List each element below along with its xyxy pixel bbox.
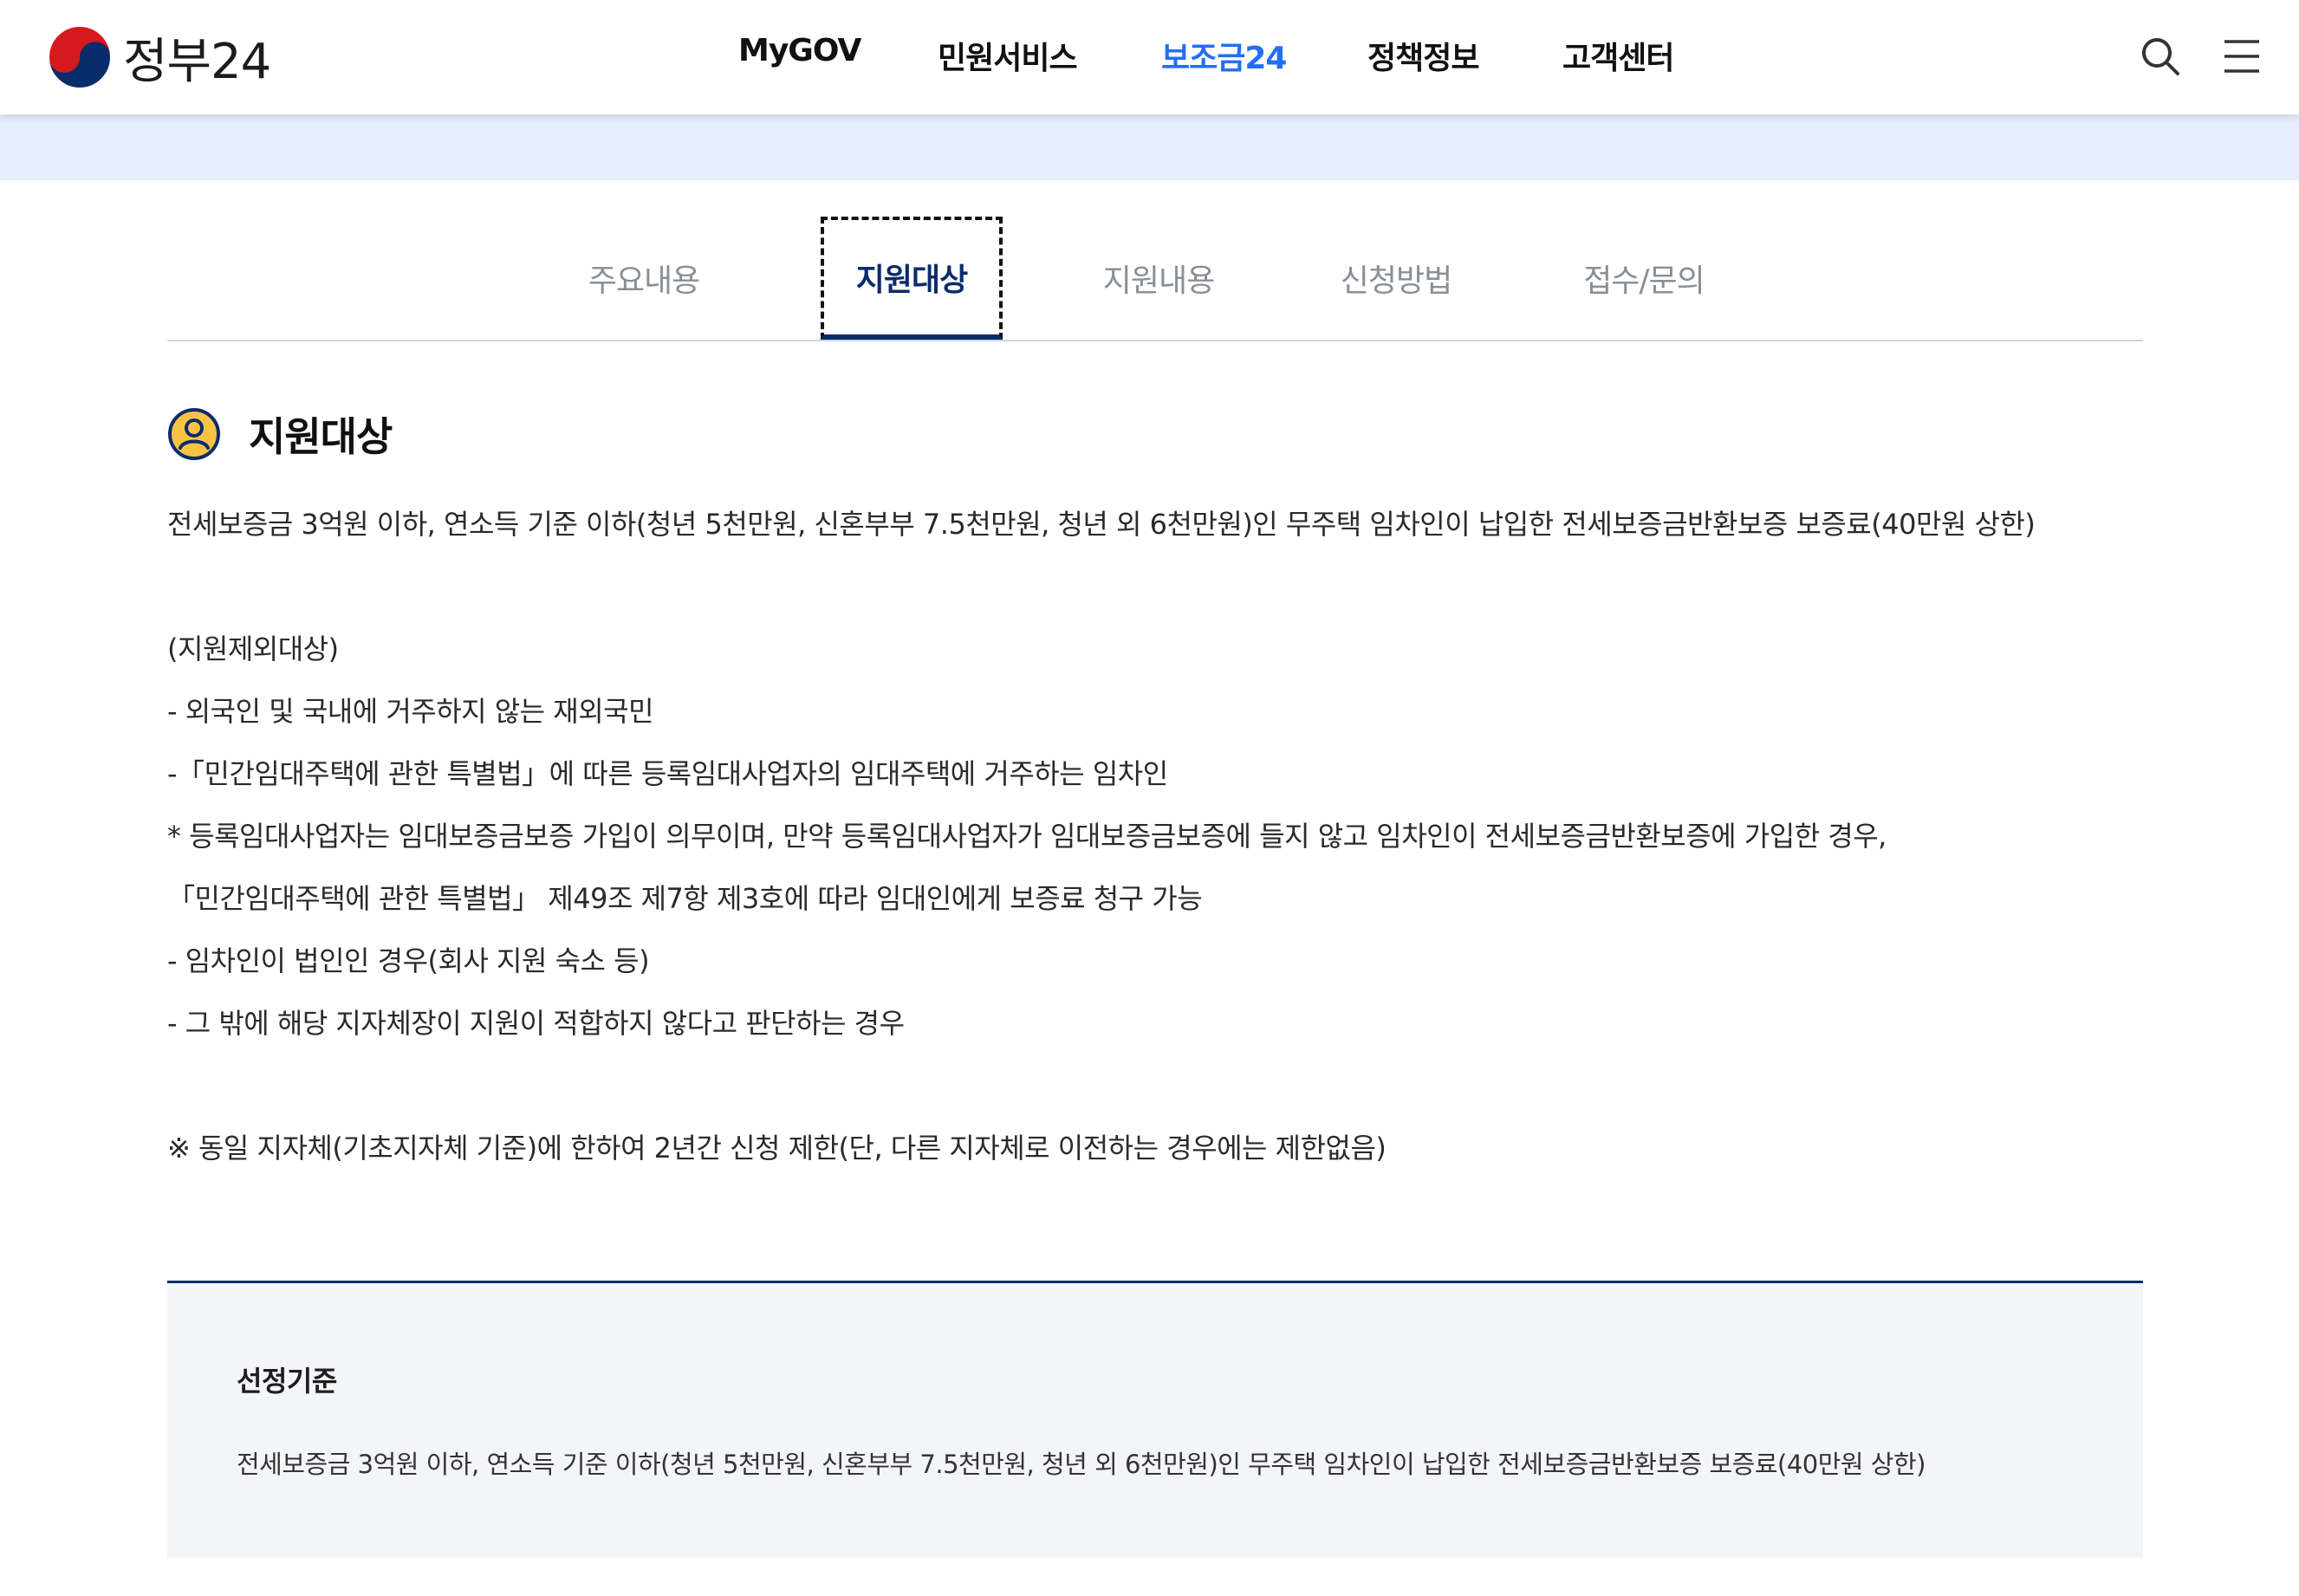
criteria-text: 전세보증금 3억원 이하, 연소득 기준 이하(청년 5천만원, 신혼부부 7.…	[237, 1450, 1926, 1479]
tab-support-content[interactable]: 지원내용	[1081, 217, 1237, 340]
exclusion-heading: (지원제외대상)	[167, 633, 339, 665]
site-header: 정부24 MyGOV 민원서비스 보조금24 정책정보 고객센터	[0, 0, 2299, 114]
search-icon[interactable]	[2139, 35, 2182, 78]
content-tabs: 주요내용 지원대상 지원내용 신청방법 접수/문의	[167, 217, 2143, 341]
tab-reception-inquiry[interactable]: 접수/문의	[1557, 217, 1731, 340]
nav-item-subsidy24[interactable]: 보조금24	[1161, 33, 1287, 78]
exclusion-item: -「민간임대주택에 관한 특별법」에 따른 등록임대사업자의 임대주택에 거주하…	[167, 757, 1168, 790]
hamburger-menu-icon[interactable]	[2220, 35, 2263, 78]
nav-item-policy-info[interactable]: 정책정보	[1367, 33, 1479, 78]
nav-item-civil-services[interactable]: 민원서비스	[938, 33, 1078, 78]
exclusion-item: - 임차인이 법인인 경우(회사 지원 숙소 등)	[167, 944, 650, 977]
eligibility-summary: 전세보증금 3억원 이하, 연소득 기준 이하(청년 5천만원, 신혼부부 7.…	[167, 508, 2036, 541]
nav-item-mygov[interactable]: MyGOV	[738, 33, 861, 68]
criteria-title: 선정기준	[237, 1365, 337, 1398]
page-banner	[0, 114, 2299, 180]
exclusion-note: * 등록임대사업자는 임대보증금보증 가입이 의무이며, 만약 등록임대사업자가…	[167, 820, 1887, 853]
exclusion-item: - 그 밖에 해당 지자체장이 지원이 적합하지 않다고 판단하는 경우	[167, 1007, 905, 1040]
tab-main-content[interactable]: 주요내용	[566, 217, 722, 340]
section-heading: 지원대상	[167, 404, 393, 464]
tab-eligibility[interactable]: 지원대상	[821, 217, 1003, 340]
section-title: 지원대상	[249, 413, 393, 460]
user-circle-icon	[168, 408, 220, 460]
nav-item-customer-center[interactable]: 고객센터	[1562, 33, 1674, 78]
tab-how-to-apply[interactable]: 신청방법	[1318, 217, 1474, 340]
exclusion-note-continued: 「민간임대주택에 관한 특별법」 제49조 제7항 제3호에 따라 임대인에게 …	[167, 882, 1203, 915]
application-restriction-note: ※ 동일 지자체(기초지자체 기준)에 한하여 2년간 신청 제한(단, 다른 …	[167, 1132, 1387, 1165]
exclusion-item: - 외국인 및 국내에 거주하지 않는 재외국민	[167, 695, 654, 728]
selection-criteria-box: 선정기준 전세보증금 3억원 이하, 연소득 기준 이하(청년 5천만원, 신혼…	[167, 1281, 2143, 1558]
main-nav: MyGOV 민원서비스 보조금24 정책정보 고객센터	[0, 0, 2299, 114]
